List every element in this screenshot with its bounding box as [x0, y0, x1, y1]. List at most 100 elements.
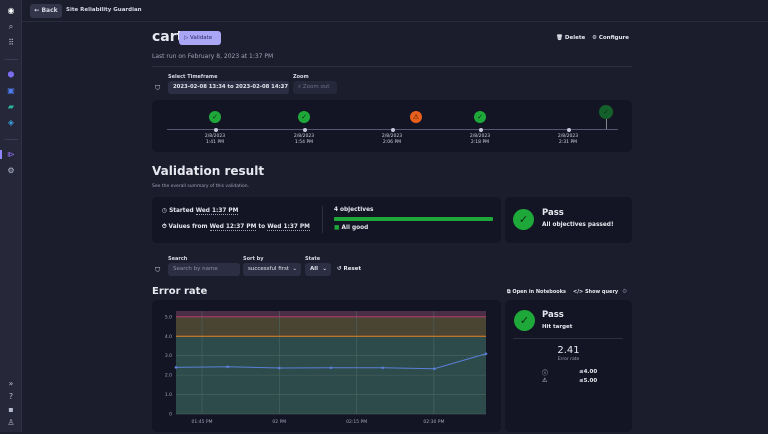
values-from-label: Values from	[168, 224, 208, 230]
app-cube-icon[interactable]: ⬢	[5, 69, 17, 81]
data-point	[329, 366, 333, 370]
user-icon[interactable]: ♙	[5, 417, 17, 429]
last-run-text: Last run on February 8, 2023 at 1:37 PM	[152, 53, 274, 60]
timeline-time: 2:31 PM	[558, 140, 578, 145]
objective-result-card: ✓ Pass Hit target 2.41 Error rate ⓘ ≤4.0…	[505, 300, 632, 432]
delete-button[interactable]: 🗑 Delete	[556, 35, 585, 41]
timeline-point	[213, 127, 218, 132]
sort-select[interactable]: successful first ⌄	[243, 263, 301, 276]
started-value[interactable]: Wed 1:37 PM	[195, 208, 239, 215]
validate-button[interactable]: ▷ Validate	[179, 31, 221, 45]
timeline-time: 2:18 PM	[470, 140, 490, 145]
apps-grid-icon[interactable]: ⠿	[5, 37, 17, 49]
x-tick-label: 01:45 PM	[192, 419, 213, 425]
sort-value: successful first	[248, 266, 289, 272]
sidebar: ◉ ⌕ ⠿ ⬢ ▣ ▰ ◈ ⧐ ⚙ » ? ▪ ♙	[0, 0, 22, 432]
timeline-point	[478, 127, 483, 132]
timeline-card: 2/8/2023 1:41 PM ✓ 2/8/2023 1:54 PM ✓ 2/8/2023…	[152, 100, 632, 152]
pass-run-icon[interactable]: ✓	[298, 111, 310, 123]
expand-icon[interactable]: »	[5, 378, 17, 390]
chevron-down-icon: ⌄	[322, 266, 327, 272]
zoom-out-button[interactable]: ⌕ Zoom out	[293, 81, 337, 94]
filter-icon[interactable]: ⛉	[155, 266, 160, 275]
open-notebooks-label: Open in Notebooks	[512, 289, 566, 295]
timeframe-value: 2023-02-08 13:34 to 2023-02-08 14:37	[173, 84, 289, 90]
show-query-button[interactable]: </> Show query	[573, 289, 618, 295]
reset-label: Reset	[343, 266, 362, 272]
y-tick-label: 2.0	[165, 373, 172, 379]
terminal-icon[interactable]: ▪	[5, 404, 17, 416]
warning-icon: ⚠	[542, 377, 548, 384]
warning-value: ≤5.00	[579, 378, 598, 384]
app-services-icon[interactable]: ◈	[5, 117, 17, 129]
y-tick-label: 3.0	[165, 353, 172, 359]
zoom-placeholder: Zoom out	[302, 84, 330, 90]
app-notebook-icon[interactable]: ▰	[5, 101, 17, 113]
data-point	[484, 352, 488, 356]
pass-run-icon[interactable]: ✓	[209, 111, 221, 123]
timeline-point	[302, 127, 307, 132]
state-label: State	[305, 256, 321, 262]
y-tick-label: 4.0	[165, 334, 172, 340]
timeline-point	[390, 127, 395, 132]
target-icon: ⓘ	[542, 370, 549, 377]
warning-band	[176, 316, 486, 337]
warning-run-icon[interactable]: ⚠	[410, 111, 422, 123]
to-label: to	[258, 224, 266, 230]
result-card: ✓ Pass All objectives passed!	[505, 197, 632, 243]
objective-title: Error rate	[152, 286, 208, 297]
timeframe-select[interactable]: 2023-02-08 13:34 to 2023-02-08 14:37 ⌄	[168, 81, 289, 94]
search-label: Search	[168, 256, 188, 262]
data-point	[433, 367, 436, 371]
help-icon[interactable]: ?	[5, 391, 17, 403]
filter-icon[interactable]: ⛉	[155, 84, 160, 93]
state-select[interactable]: All ⌄	[305, 263, 331, 276]
objectives-count: 4 objectives	[334, 207, 374, 213]
reset-button[interactable]: ↺ Reset	[337, 266, 361, 272]
data-point	[381, 366, 384, 370]
fail-band	[176, 311, 486, 317]
timeline-time: 1:54 PM	[294, 140, 314, 145]
configure-button[interactable]: ⚙ Configure	[592, 35, 629, 41]
values-from-value[interactable]: Wed 12:37 PM	[209, 224, 257, 231]
delete-label: Delete	[564, 35, 586, 41]
started-label: Started	[169, 208, 194, 214]
result-status: Pass	[542, 208, 564, 218]
result-text: All objectives passed!	[542, 222, 614, 228]
chevron-down-icon: ⌄	[279, 84, 284, 90]
y-tick-label: 1.0	[165, 392, 172, 398]
data-point	[174, 366, 178, 369]
logo-icon[interactable]: ◉	[5, 5, 17, 17]
back-button[interactable]: ← Back	[30, 4, 62, 18]
check-circle-icon: ✓	[514, 310, 535, 331]
pass-run-icon[interactable]: ✓	[474, 111, 486, 123]
state-value: All	[310, 266, 319, 272]
objective-status-text: Hit target	[542, 324, 573, 330]
settings-icon[interactable]: ⚙	[622, 288, 627, 295]
data-point	[278, 366, 281, 370]
check-circle-icon: ✓	[513, 209, 534, 230]
timeline-point	[566, 127, 571, 132]
search-input[interactable]: Search by name	[168, 263, 240, 276]
error-rate-chart: 0 1.0 2.0 3.0 4.0 5.0 01:45 PM 02 PM 02:15 PM 02:…	[165, 311, 488, 425]
validate-label: Validate	[189, 35, 213, 41]
y-tick-label: 0	[169, 412, 172, 418]
sort-label: Sort by	[243, 256, 264, 262]
timeline-time: 1:41 PM	[205, 140, 225, 145]
app-dashboard-icon[interactable]: ▣	[5, 85, 17, 97]
y-tick-label: 5.0	[165, 314, 172, 320]
search-icon[interactable]: ⌕	[5, 21, 17, 33]
summary-card: ◷ Started Wed 1:37 PM ⏱ Values from Wed …	[152, 197, 501, 243]
divider	[152, 66, 632, 67]
x-tick-label: 02:30 PM	[423, 419, 444, 425]
settings-icon[interactable]: ⚙	[5, 165, 17, 177]
open-notebooks-button[interactable]: ⧉ Open in Notebooks	[507, 289, 566, 295]
app-title: Site Reliability Guardian	[66, 7, 142, 13]
values-to-value[interactable]: Wed 1:37 PM	[267, 224, 310, 231]
code-icon: </>	[573, 289, 585, 295]
configure-label: Configure	[598, 35, 629, 41]
timeframe-label: Select Timeframe	[168, 74, 218, 80]
selected-pass-run-icon[interactable]: ✓	[599, 105, 613, 119]
objective-value-label: Error rate	[557, 357, 580, 362]
app-srg-icon[interactable]: ⧐	[5, 149, 17, 161]
